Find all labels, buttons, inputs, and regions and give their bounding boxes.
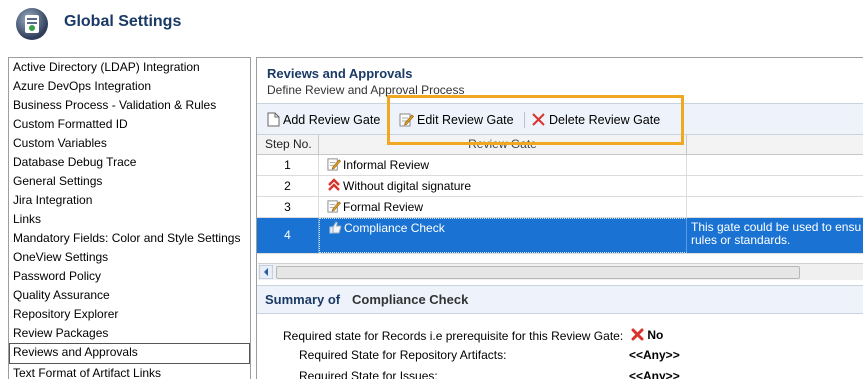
description-cell [689,155,863,178]
required-state-artifacts-value: <<Any>> [629,348,680,362]
description-cell: This gate could be used to ensu rules or … [689,218,863,256]
app-header: Global Settings [0,0,863,50]
horizontal-scrollbar[interactable] [258,263,863,280]
sidebar-item[interactable]: Reviews and Approvals [9,343,250,364]
add-review-gate-label: Add Review Gate [283,113,381,127]
app-logo-icon [16,8,48,40]
sidebar-item[interactable]: Password Policy [9,267,250,286]
edit-note-icon [327,200,343,214]
description-line: rules or standards. [691,233,791,247]
sidebar-item[interactable]: Azure DevOps Integration [9,77,250,96]
thumbs-up-icon [328,221,344,235]
table-row[interactable]: 4 Compliance Check This gate could be used… [257,218,863,254]
step-number-cell: 4 [257,218,319,253]
step-number-cell: 1 [257,155,319,175]
summary-row-label: Required State for Repository Artifacts: [299,348,507,362]
sidebar-item[interactable]: Business Process - Validation & Rules [9,96,250,115]
edit-note-icon [327,158,343,172]
highlight-annotation-box [387,95,684,145]
sidebar-item[interactable]: OneView Settings [9,248,250,267]
table-row[interactable]: 3 Formal Review [257,197,863,218]
description-cell [689,197,863,220]
sidebar-item[interactable]: General Settings [9,172,250,191]
add-review-gate-button[interactable]: Add Review Gate [267,111,380,129]
scroll-left-icon[interactable] [259,265,273,279]
review-gate-grid: 1 Informal Review 2 Without digital signatu… [257,155,863,254]
column-header-step[interactable]: Step No. [257,135,319,154]
sidebar-item[interactable]: Review Packages [9,324,250,343]
required-state-records-value: No [647,328,664,342]
step-number-cell: 2 [257,176,319,196]
review-gate-name: Without digital signature [343,179,472,193]
sidebar-item[interactable]: Custom Variables [9,134,250,153]
review-gate-cell: Informal Review [319,155,687,175]
sidebar-item[interactable]: Repository Explorer [9,305,250,324]
review-gate-name: Formal Review [343,200,424,214]
sidebar-item[interactable]: Database Debug Trace [9,153,250,172]
sidebar-item[interactable]: Text Format of Artifact Links [9,364,250,379]
review-gate-cell: Without digital signature [319,176,687,196]
scrollbar-thumb[interactable] [276,266,800,279]
double-chevron-up-icon [327,178,343,193]
section-title: Reviews and Approvals [267,66,413,81]
summary-label: Summary of [265,292,341,307]
settings-sidebar: Active Directory (LDAP) Integration Azure… [8,57,251,379]
review-gate-cell: Formal Review [319,197,687,217]
sidebar-item[interactable]: Links [9,210,250,229]
sidebar-item[interactable]: Quality Assurance [9,286,250,305]
summary-gate-name: Compliance Check [352,292,469,307]
review-gate-name: Compliance Check [344,221,445,235]
review-gate-cell: Compliance Check [319,218,687,253]
sidebar-item[interactable]: Mandatory Fields: Color and Style Settin… [9,229,250,248]
sidebar-item[interactable]: Custom Formatted ID [9,115,250,134]
review-gate-name: Informal Review [343,158,430,172]
app-title: Global Settings [64,13,182,30]
summary-row-value: No [631,328,663,342]
summary-row-label: Required state for Records i.e prerequis… [283,329,624,343]
summary-header: Summary of Compliance Check [257,285,863,314]
sidebar-item[interactable]: Jira Integration [9,191,250,210]
table-row[interactable]: 1 Informal Review [257,155,863,176]
step-number-cell: 3 [257,197,319,217]
new-document-icon [267,112,280,127]
table-row[interactable]: 2 Without digital signature [257,176,863,197]
sidebar-item[interactable]: Active Directory (LDAP) Integration [9,58,250,77]
description-cell [689,176,863,199]
red-x-icon [631,328,644,341]
